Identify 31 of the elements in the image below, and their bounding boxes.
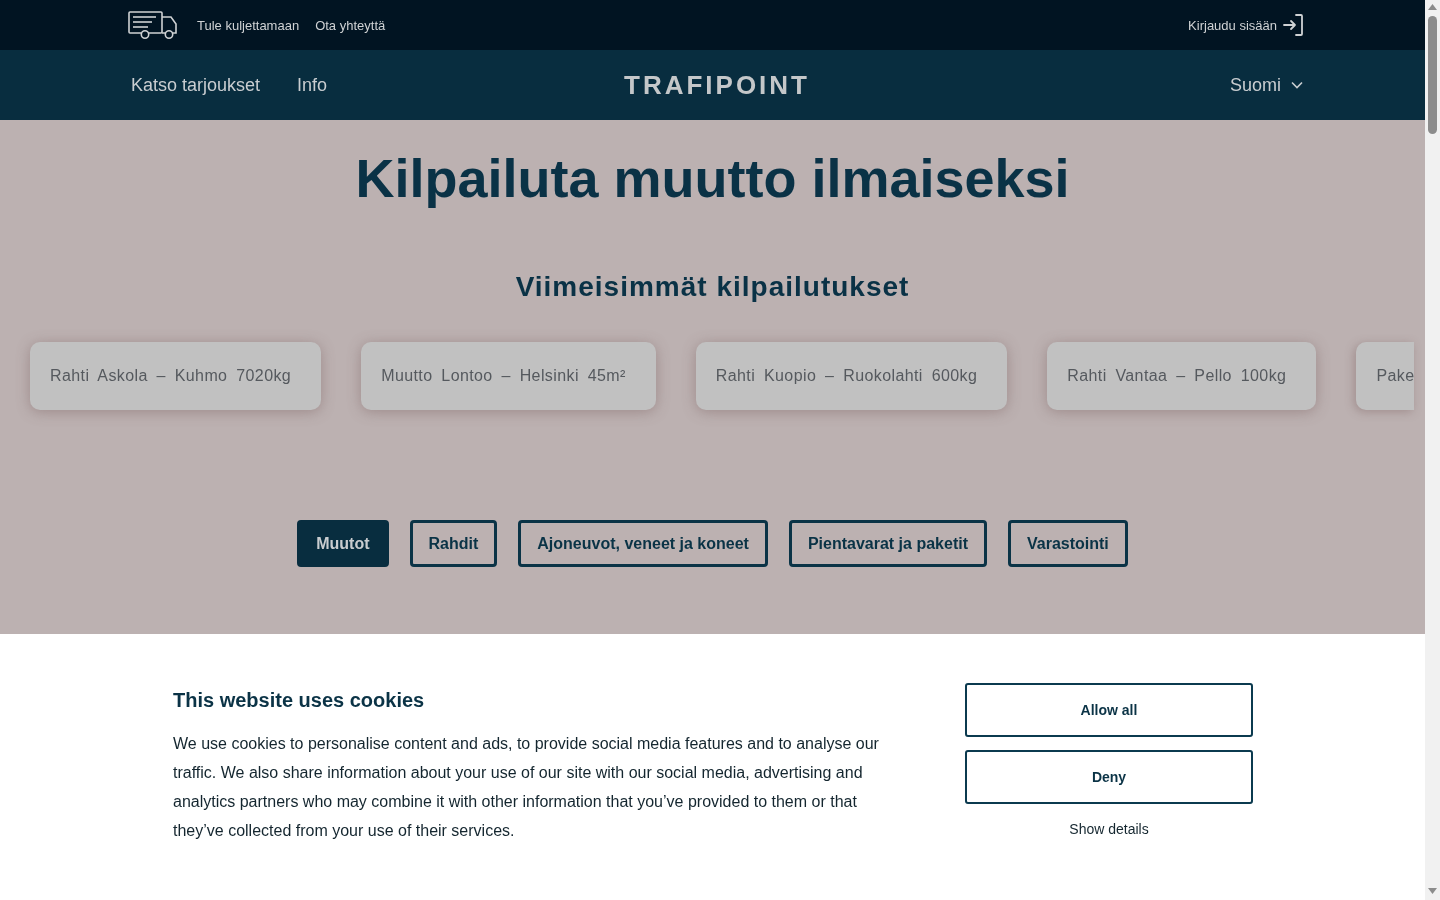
scroll-down-icon[interactable] — [1428, 888, 1437, 894]
top-link[interactable]: Ota yhteyttä — [315, 17, 386, 33]
logo[interactable]: TRAFIPOINT — [624, 69, 810, 101]
nav-link[interactable]: Info — [297, 74, 328, 96]
chevron-down-icon — [1291, 81, 1303, 89]
category-tab[interactable]: Rahdit — [409, 520, 498, 567]
listing-card[interactable]: Rahti Vantaa – Pello 100kg — [1047, 342, 1317, 410]
category-tab[interactable]: Ajoneuvot, veneet ja koneet — [518, 520, 768, 567]
deny-button[interactable]: Deny — [965, 750, 1253, 804]
scrollbar[interactable] — [1425, 0, 1440, 900]
listing-card[interactable]: Rahti Kuopio – Ruokolahti 600kg — [695, 342, 1008, 410]
scrollbar-thumb[interactable] — [1428, 16, 1437, 134]
language-select[interactable]: Suomi — [1229, 74, 1303, 96]
hero-title: Kilpailuta muutto ilmaiseksi — [355, 147, 1070, 210]
category-tab[interactable]: Varastointi — [1008, 520, 1128, 567]
scroll-up-icon[interactable] — [1428, 4, 1437, 10]
allow-all-button[interactable]: Allow all — [965, 683, 1253, 737]
login-icon — [1283, 14, 1303, 36]
login-link[interactable]: Kirjaudu sisään — [1188, 14, 1303, 36]
category-tab[interactable]: Muutot — [297, 520, 389, 567]
category-tab[interactable]: Pientavarat ja paketit — [788, 520, 987, 567]
cookie-text: We use cookies to personalise content and ads, to provide social media features and to analyse our traffic. We also share information about your use of our site with our social media, advertising and analytics partners who may combine it with other information that you’ve provided to them or that they’ve collected from your use of their services. — [173, 734, 880, 841]
listing-card[interactable]: Pake — [1356, 342, 1415, 410]
truck-icon[interactable] — [128, 11, 178, 39]
nav-link[interactable]: Katso tarjoukset — [131, 74, 261, 96]
section-heading: Viimeisimmät kilpailutukset — [515, 270, 910, 304]
top-link[interactable]: Tule kuljettamaan — [197, 17, 300, 33]
listing-card[interactable]: Muutto Lontoo – Helsinki 45m² — [361, 342, 656, 410]
details-link[interactable]: Show details — [1069, 821, 1149, 837]
cookie-title: This website uses cookies — [173, 688, 426, 712]
listing-card[interactable]: Rahti Askola – Kuhmo 7020kg — [30, 342, 322, 410]
